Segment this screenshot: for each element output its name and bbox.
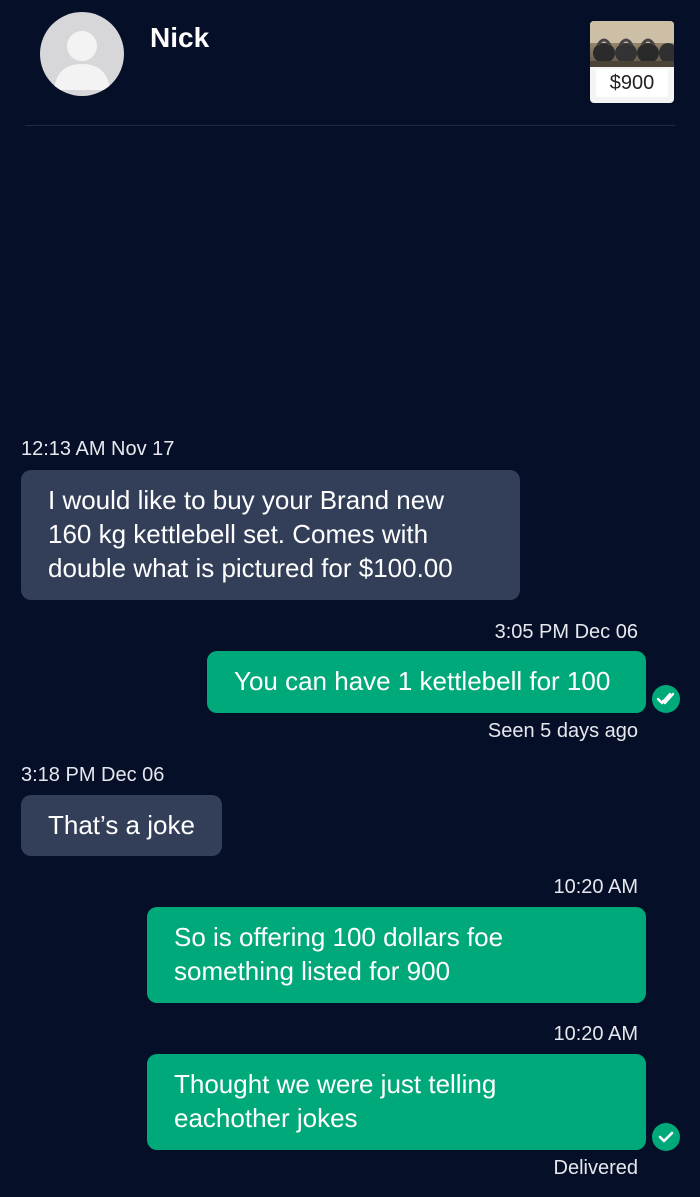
message-text-line: So is offering 100 dollars foe	[174, 922, 504, 952]
message-bubble-outgoing[interactable]: So is offering 100 dollars foe something…	[147, 907, 646, 1003]
message-text-line: That’s a joke	[48, 810, 195, 840]
person-icon	[54, 31, 110, 90]
chat-screen: Nick $900 12:13 AM Nov 17 I would like t…	[0, 0, 700, 1197]
avatar[interactable]	[40, 12, 124, 96]
message-text-line: eachother jokes	[174, 1103, 358, 1133]
message-timestamp: 3:05 PM Dec 06	[494, 621, 638, 643]
header-divider	[25, 125, 675, 126]
message-bubble-incoming[interactable]: That’s a joke	[21, 795, 222, 856]
message-text-line: something listed for 900	[174, 956, 451, 986]
message-text-line: double what is pictured for $100.00	[48, 553, 453, 583]
message-bubble-incoming[interactable]: I would like to buy your Brand new 160 k…	[21, 470, 520, 600]
message-timestamp: 10:20 AM	[553, 1023, 638, 1045]
message-text-line: I would like to buy your Brand new	[48, 485, 444, 515]
message-timestamp: 3:18 PM Dec 06	[21, 764, 165, 786]
kettlebell-photo-icon	[590, 21, 674, 67]
double-check-icon	[652, 685, 680, 713]
check-icon	[652, 1123, 680, 1151]
listing-thumbnail[interactable]: $900	[590, 21, 674, 103]
message-text-line: Thought we were just telling	[174, 1069, 497, 1099]
listing-photo	[590, 21, 674, 67]
message-text-line: 160 kg kettlebell set. Comes with	[48, 519, 429, 549]
chat-header: Nick $900	[0, 0, 700, 126]
listing-price: $900	[596, 69, 668, 97]
message-bubble-outgoing[interactable]: Thought we were just telling eachother j…	[147, 1054, 646, 1150]
message-status: Seen 5 days ago	[487, 720, 638, 742]
message-timestamp: 10:20 AM	[553, 876, 638, 898]
message-text-line: You can have 1 kettlebell for 100	[234, 666, 611, 696]
message-status: Delivered	[553, 1157, 638, 1179]
message-bubble-outgoing[interactable]: You can have 1 kettlebell for 100	[207, 651, 646, 713]
contact-name[interactable]: Nick	[150, 22, 209, 54]
message-timestamp: 12:13 AM Nov 17	[21, 438, 175, 460]
